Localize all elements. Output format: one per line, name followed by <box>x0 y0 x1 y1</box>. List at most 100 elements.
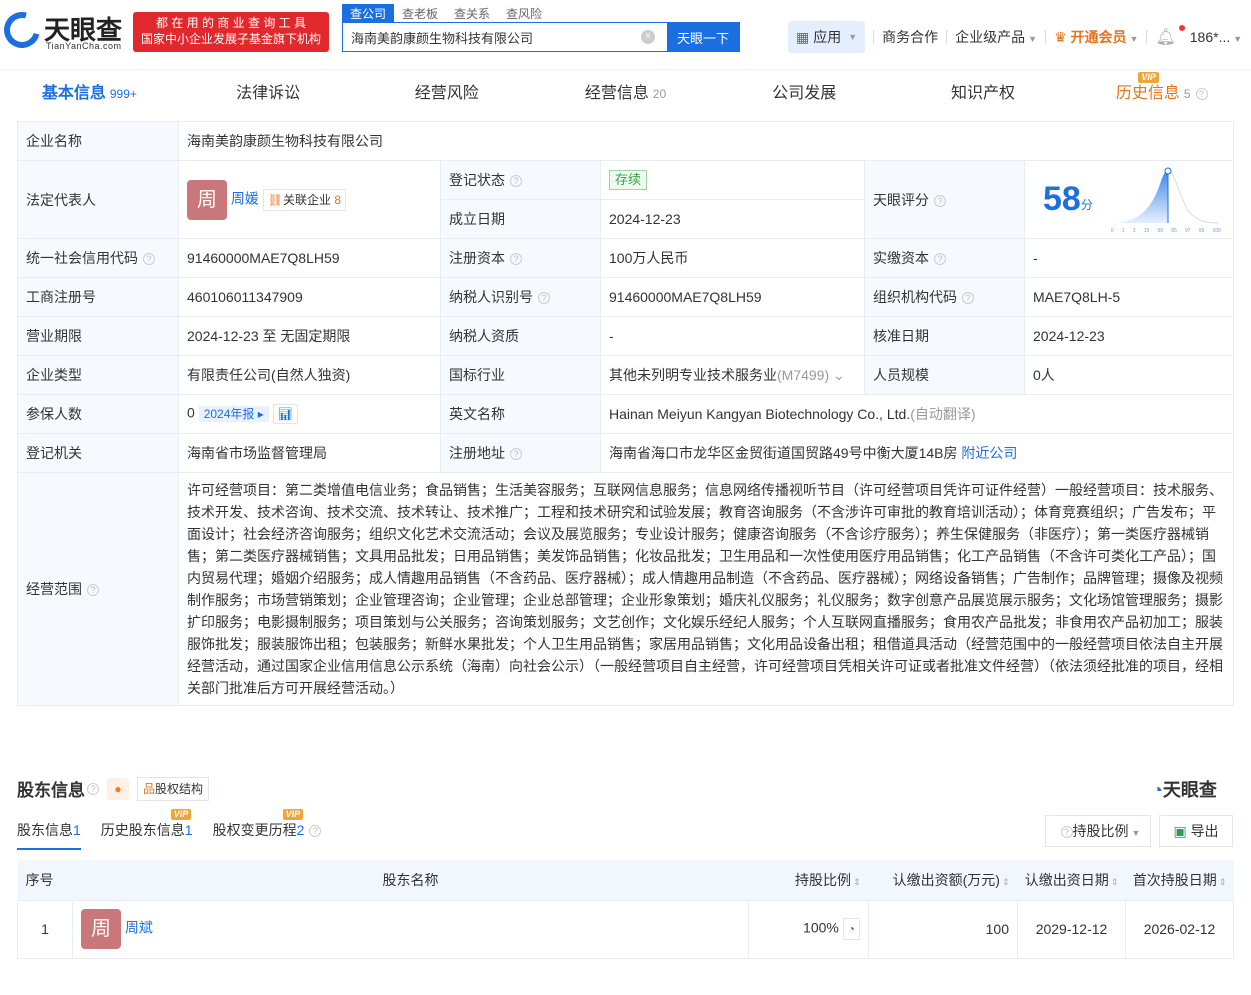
business-link[interactable]: 商务合作 <box>882 27 938 47</box>
score-cell[interactable]: 58分 0131550859799100 <box>1025 161 1234 239</box>
label-text: 注册地址 <box>449 445 505 461</box>
help-icon[interactable]: ? <box>962 292 974 304</box>
shareholder-name-link[interactable]: 周斌 <box>125 920 153 936</box>
avatar[interactable]: 周 <box>187 180 227 220</box>
slogan-banner[interactable]: 都 在 用 的 商 业 查 询 工 具 国家中小企业发展子基金旗下机构 <box>133 12 329 52</box>
approve-date: 2024-12-23 <box>1025 317 1234 356</box>
label-term: 营业期限 <box>18 317 179 356</box>
help-icon[interactable]: ? <box>934 253 946 265</box>
clear-icon[interactable]: × <box>641 30 655 44</box>
monitor-bell-icon[interactable]: ● <box>107 778 129 800</box>
help-icon[interactable]: ? <box>934 195 946 207</box>
export-button[interactable]: ▣ 导出 <box>1159 815 1233 847</box>
vip-badge: VIP <box>283 809 304 820</box>
help-icon[interactable]: ? <box>87 584 99 596</box>
tab-risk[interactable]: 经营风险 <box>357 72 536 116</box>
bell-icon[interactable]: 🔔︎ <box>1155 27 1175 47</box>
structure-icon: 品 <box>143 782 155 796</box>
tab-shareholders[interactable]: 股东信息1 <box>17 820 81 850</box>
tab-legal[interactable]: 法律诉讼 <box>179 72 358 116</box>
ratio-value: 100% <box>803 920 839 936</box>
help-icon[interactable]: ? <box>510 175 522 187</box>
tab-label: 经营风险 <box>415 85 479 102</box>
insured-cell: 0 2024年报 ▸ 📊︎ <box>179 395 441 434</box>
help-icon[interactable]: ? <box>538 292 550 304</box>
help-icon[interactable]: ? <box>87 783 99 795</box>
search-input[interactable] <box>343 23 629 51</box>
search-button[interactable]: 天眼一下 <box>667 23 739 51</box>
vip-menu[interactable]: ♛ 开通会员▼ <box>1054 27 1138 47</box>
score-unit: 分 <box>1081 196 1093 213</box>
col-ratio[interactable]: 持股比例⇕ <box>749 860 869 900</box>
status-badge: 存续 <box>609 170 647 190</box>
label-scope: 经营范围? <box>18 473 179 706</box>
user-menu[interactable]: 186*...▼ <box>1190 29 1242 45</box>
tab-count: 5 <box>1184 87 1191 101</box>
equity-structure-button[interactable]: 品股权结构 <box>137 777 209 801</box>
enterprise-menu[interactable]: 企业级产品▼ <box>955 27 1037 47</box>
insured-count: 0 <box>187 405 195 421</box>
score-tick: 100 <box>1213 228 1221 234</box>
top-header: 天眼查 TianYanCha.com 都 在 用 的 商 业 查 询 工 具 国… <box>0 0 1251 70</box>
tab-count: 999+ <box>110 87 137 101</box>
col-date[interactable]: 认缴出资日期⇕ <box>1018 860 1126 900</box>
label-score: 天眼评分? <box>865 161 1025 239</box>
caret-down-icon: ▼ <box>1233 34 1242 44</box>
score-area <box>1113 170 1168 223</box>
nearby-companies-link[interactable]: 附近公司 <box>961 445 1017 461</box>
tab-label: 股东信息 <box>17 822 73 838</box>
tab-label: 基本信息 <box>42 85 106 102</box>
tab-operation[interactable]: 经营信息20 <box>536 72 715 116</box>
search-tab-relation[interactable]: 查关系 <box>446 4 498 22</box>
tab-equity-changes[interactable]: 股权变更历程2?VIP <box>213 820 322 850</box>
tab-count: 20 <box>653 87 666 101</box>
reg-capital: 100万人民币 <box>601 239 865 278</box>
search-tab-company[interactable]: 查公司 <box>342 4 394 22</box>
app-menu[interactable]: ▦ 应用▼ <box>788 21 865 53</box>
search-tab-risk[interactable]: 查风险 <box>498 4 550 22</box>
tab-development[interactable]: 公司发展 <box>715 72 894 116</box>
search-tab-boss[interactable]: 查老板 <box>394 4 446 22</box>
annual-report-link[interactable]: 2024年报 ▸ <box>199 406 269 422</box>
score-tick: 50 <box>1158 228 1164 234</box>
help-icon[interactable]: ? <box>309 825 321 837</box>
credit-code: 91460000MAE7Q8LH59 <box>179 239 441 278</box>
logo-icon <box>0 5 47 54</box>
help-icon[interactable]: ? <box>143 253 155 265</box>
sort-icon: ⇕ <box>1002 877 1010 887</box>
help-icon[interactable]: ? <box>1196 88 1208 100</box>
ratio-filter-button[interactable]: ?持股比例▼ <box>1045 815 1151 847</box>
caret-down-icon: ▼ <box>1130 34 1139 44</box>
score-tick: 99 <box>1199 228 1205 234</box>
slogan-line-1: 都 在 用 的 商 业 查 询 工 具 <box>139 15 323 31</box>
tab-label: 历史信息 <box>1116 85 1180 102</box>
col-amount[interactable]: 认缴出资额(万元)⇕ <box>869 860 1018 900</box>
label-address: 注册地址? <box>441 434 601 473</box>
industry-cell[interactable]: 其他未列明专业技术服务业(M7499) ⌄ <box>601 356 865 395</box>
label-text: 登记状态 <box>449 172 505 188</box>
label-capital: 注册资本? <box>441 239 601 278</box>
score-tick: 1 <box>1122 228 1125 234</box>
help-icon[interactable]: ? <box>510 253 522 265</box>
address: 海南省海口市龙华区金贸街道国贸路49号中衡大厦14B房 <box>609 445 957 461</box>
caret-down-icon: ▼ <box>1132 828 1141 838</box>
tab-history-shareholders[interactable]: 历史股东信息1VIP <box>101 820 193 850</box>
tab-history[interactable]: 历史信息5?VIP <box>1072 72 1251 116</box>
pie-chart-icon[interactable]: ◔ <box>843 918 860 940</box>
related-companies-button[interactable]: ⛓关联企业 8 <box>263 189 346 211</box>
authority: 海南省市场监督管理局 <box>179 434 441 473</box>
avatar[interactable]: 周 <box>81 909 121 949</box>
tab-ip[interactable]: 知识产权 <box>894 72 1073 116</box>
top-nav: ▦ 应用▼ 商务合作 企业级产品▼ ♛ 开通会员▼ 🔔︎ 186*...▼ <box>788 22 1242 52</box>
label-approve: 核准日期 <box>865 317 1025 356</box>
tab-basic-info[interactable]: 基本信息 999+ <box>0 72 179 116</box>
help-icon[interactable]: ? <box>510 448 522 460</box>
divider <box>946 30 947 44</box>
chart-icon[interactable]: 📊︎ <box>273 404 298 424</box>
tianyancha-logo[interactable]: 天眼查 TianYanCha.com <box>4 12 122 48</box>
section-title: 股东信息 <box>17 776 85 801</box>
score-curve-right <box>1168 170 1219 223</box>
col-first-date[interactable]: 首次持股日期⇕ <box>1126 860 1234 900</box>
legal-rep-link[interactable]: 周媛 <box>231 190 259 206</box>
label-text: 天眼评分 <box>873 192 929 208</box>
